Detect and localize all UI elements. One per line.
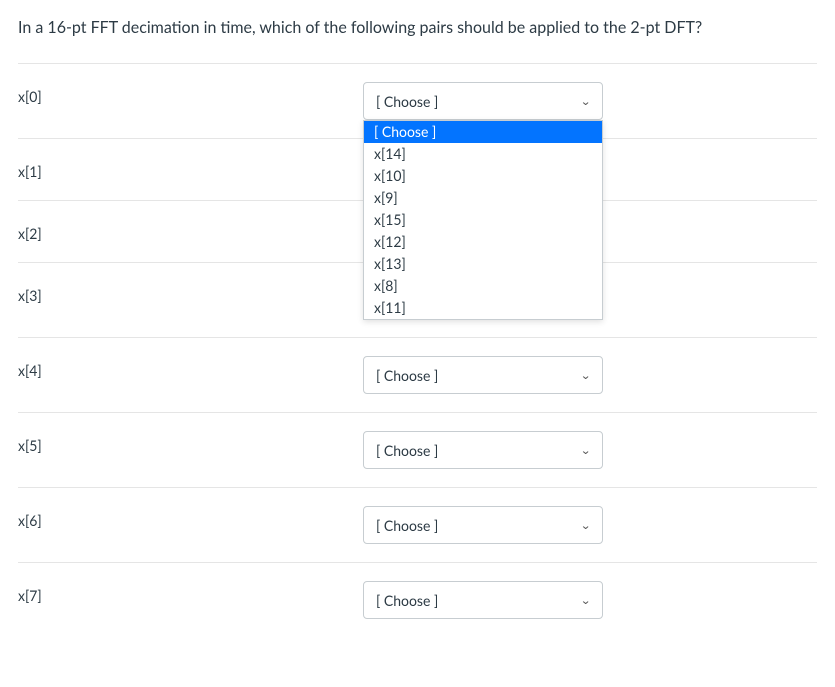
- select-value: [ Choose ]: [376, 442, 438, 459]
- match-label: x[0]: [18, 82, 363, 105]
- question-text: In a 16-pt FFT decimation in time, which…: [18, 18, 817, 37]
- dropdown-option[interactable]: x[15]: [364, 209, 602, 231]
- dropdown-option[interactable]: x[14]: [364, 143, 602, 165]
- match-label: x[3]: [18, 281, 363, 304]
- select-box-0[interactable]: [ Choose ] ⌄: [363, 82, 603, 120]
- select-value: [ Choose ]: [376, 517, 438, 534]
- match-label: x[5]: [18, 431, 363, 454]
- match-control: [ Choose ] ⌄: [363, 431, 817, 469]
- chevron-down-icon: ⌄: [580, 519, 591, 532]
- match-row: x[0] [ Choose ] ⌄ [ Choose ] x[14] x[10]…: [18, 63, 817, 138]
- match-row: x[7] [ Choose ] ⌄: [18, 562, 817, 637]
- match-control: [ Choose ] ⌄: [363, 506, 817, 544]
- select-box-6[interactable]: [ Choose ] ⌄: [363, 506, 603, 544]
- match-control: [ Choose ] ⌄ [ Choose ] x[14] x[10] x[9]…: [363, 82, 817, 120]
- dropdown-option[interactable]: x[13]: [364, 253, 602, 275]
- match-label: x[2]: [18, 219, 363, 242]
- match-control: [ Choose ] ⌄: [363, 356, 817, 394]
- chevron-down-icon: ⌄: [580, 594, 591, 607]
- match-row: x[5] [ Choose ] ⌄: [18, 412, 817, 487]
- dropdown-option[interactable]: x[11]: [364, 297, 602, 319]
- select-value: [ Choose ]: [376, 592, 438, 609]
- match-label: x[6]: [18, 506, 363, 529]
- dropdown-option[interactable]: [ Choose ]: [364, 121, 602, 143]
- chevron-down-icon: ⌄: [580, 369, 591, 382]
- match-label: x[1]: [18, 157, 363, 180]
- match-label: x[7]: [18, 581, 363, 604]
- dropdown-option[interactable]: x[12]: [364, 231, 602, 253]
- select-box-4[interactable]: [ Choose ] ⌄: [363, 356, 603, 394]
- chevron-down-icon: ⌄: [580, 444, 591, 457]
- match-control: [ Choose ] ⌄: [363, 581, 817, 619]
- select-value: [ Choose ]: [376, 367, 438, 384]
- select-box-7[interactable]: [ Choose ] ⌄: [363, 581, 603, 619]
- match-row: x[6] [ Choose ] ⌄: [18, 487, 817, 562]
- dropdown-option[interactable]: x[10]: [364, 165, 602, 187]
- match-row: x[4] [ Choose ] ⌄: [18, 337, 817, 412]
- select-box-5[interactable]: [ Choose ] ⌄: [363, 431, 603, 469]
- dropdown-option[interactable]: x[9]: [364, 187, 602, 209]
- dropdown-list: [ Choose ] x[14] x[10] x[9] x[15] x[12] …: [363, 120, 603, 320]
- dropdown-option[interactable]: x[8]: [364, 275, 602, 297]
- chevron-down-icon: ⌄: [580, 95, 591, 108]
- match-label: x[4]: [18, 356, 363, 379]
- select-value: [ Choose ]: [376, 93, 438, 110]
